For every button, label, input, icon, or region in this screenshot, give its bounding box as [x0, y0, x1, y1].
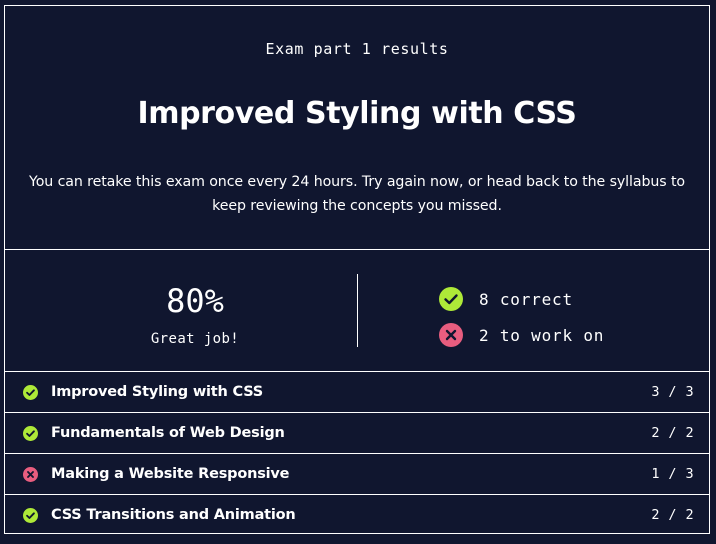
topic-score: 3 / 3	[651, 384, 694, 400]
topic-score: 1 / 3	[651, 466, 694, 482]
topic-breakdown-list: Improved Styling with CSS 3 / 3 Fundamen…	[5, 371, 709, 535]
topic-name: Making a Website Responsive	[51, 466, 290, 482]
retake-description: You can retake this exam once every 24 h…	[29, 174, 685, 214]
incorrect-count: 2 to work on	[479, 325, 605, 345]
score-percentage: 80%	[166, 282, 224, 320]
answer-tally: 8 correct 2 to work on	[439, 281, 604, 353]
check-circle-icon	[23, 507, 38, 523]
check-circle-icon	[23, 384, 38, 400]
exam-results-card: Exam part 1 results Improved Styling wit…	[4, 5, 710, 534]
score-caption: Great job!	[150, 331, 240, 347]
correct-count: 8 correct	[479, 289, 573, 309]
topic-name: Improved Styling with CSS	[51, 384, 264, 400]
topic-row: Fundamentals of Web Design 2 / 2	[5, 412, 709, 453]
topic-score: 2 / 2	[651, 507, 694, 523]
topic-row: Making a Website Responsive 1 / 3	[5, 453, 709, 494]
exam-part-label: Exam part 1 results	[265, 40, 449, 58]
x-circle-icon	[23, 466, 38, 482]
results-header: Exam part 1 results Improved Styling wit…	[5, 6, 709, 250]
check-circle-icon	[439, 287, 463, 311]
topic-name: CSS Transitions and Animation	[51, 507, 296, 523]
topic-name: Fundamentals of Web Design	[51, 425, 285, 441]
topic-score: 2 / 2	[651, 425, 694, 441]
topic-row: Improved Styling with CSS 3 / 3	[5, 371, 709, 412]
topic-row: CSS Transitions and Animation 2 / 2	[5, 494, 709, 535]
summary-divider	[357, 274, 358, 347]
x-circle-icon	[439, 323, 463, 347]
score-block: 80% Great job!	[5, 251, 385, 371]
page-title: Improved Styling with CSS	[137, 96, 577, 131]
incorrect-count-row: 2 to work on	[439, 317, 604, 353]
results-summary: 80% Great job! 8 correct 2 to work on	[5, 251, 709, 371]
header-divider	[5, 249, 709, 250]
check-circle-icon	[23, 425, 38, 441]
correct-count-row: 8 correct	[439, 281, 604, 317]
